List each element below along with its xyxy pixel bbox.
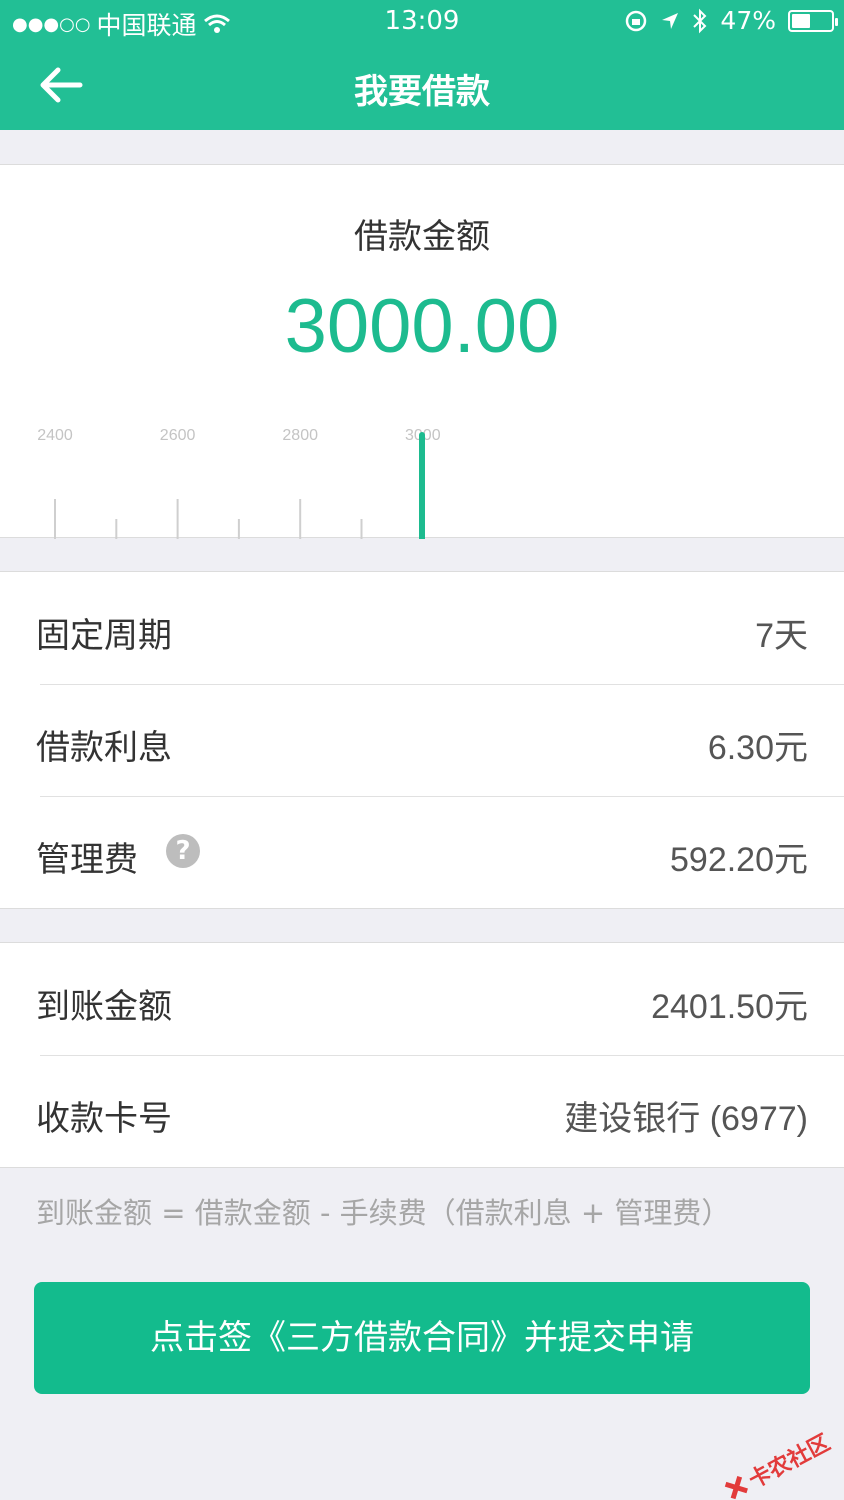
row-management-fee: 管理费 ? 592.20元	[0, 796, 844, 908]
row-period: 固定周期 7天	[0, 572, 844, 684]
navigation-bar: 我要借款	[0, 42, 844, 130]
page-title: 我要借款	[354, 72, 490, 112]
period-label: 固定周期	[36, 616, 172, 656]
received-amount-label: 到账金额	[36, 987, 172, 1027]
watermark: 卡农社区	[719, 1425, 835, 1500]
rotation-lock-icon	[626, 10, 647, 31]
bank-card-label: 收款卡号	[36, 1099, 172, 1139]
watermark-text: 卡农社区	[744, 1430, 835, 1494]
status-bar: ●●●○○ 中国联通 13:09 47%	[0, 0, 844, 42]
battery-percent: 47%	[720, 6, 776, 35]
question-mark-icon[interactable]: ?	[166, 834, 200, 868]
receive-group: 到账金额 2401.50元 收款卡号 建设银行 (6977)	[0, 942, 844, 1168]
status-right: 47%	[624, 6, 838, 35]
location-icon	[662, 12, 679, 29]
received-amount-value: 2401.50元	[651, 988, 808, 1026]
submit-button[interactable]: 点击签《三方借款合同》并提交申请	[34, 1282, 810, 1394]
top-bar: ●●●○○ 中国联通 13:09 47% 我要借款	[0, 0, 844, 130]
amount-value: 3000.00	[284, 284, 560, 369]
period-value: 7天	[755, 617, 808, 655]
management-fee-label: 管理费	[36, 840, 138, 880]
ruler-tick-label: 2800	[282, 427, 318, 444]
loan-amount-card: 借款金额 3000.00 2400260028003000	[0, 164, 844, 539]
interest-label: 借款利息	[36, 728, 172, 768]
amount-label: 借款金额	[354, 217, 490, 257]
row-interest: 借款利息 6.30元	[0, 684, 844, 796]
bluetooth-icon	[693, 8, 707, 33]
ruler-tick-label: 2400	[37, 427, 73, 444]
management-fee-value: 592.20元	[670, 841, 808, 879]
formula-note: 到账金额 = 借款金额 - 手续费（借款利息 + 管理费）	[36, 1196, 731, 1230]
loan-details-group: 固定周期 7天 借款利息 6.30元 管理费 ? 592.20元	[0, 571, 844, 909]
bank-card-value: 建设银行 (6977)	[564, 1100, 808, 1138]
battery-icon	[788, 9, 838, 32]
amount-slider-ruler[interactable]: 2400260028003000	[0, 427, 844, 539]
row-received-amount: 到账金额 2401.50元	[0, 943, 844, 1055]
row-bank-card[interactable]: 收款卡号 建设银行 (6977)	[0, 1055, 844, 1167]
interest-value: 6.30元	[707, 729, 808, 767]
ruler-tick-label: 2600	[160, 427, 196, 444]
